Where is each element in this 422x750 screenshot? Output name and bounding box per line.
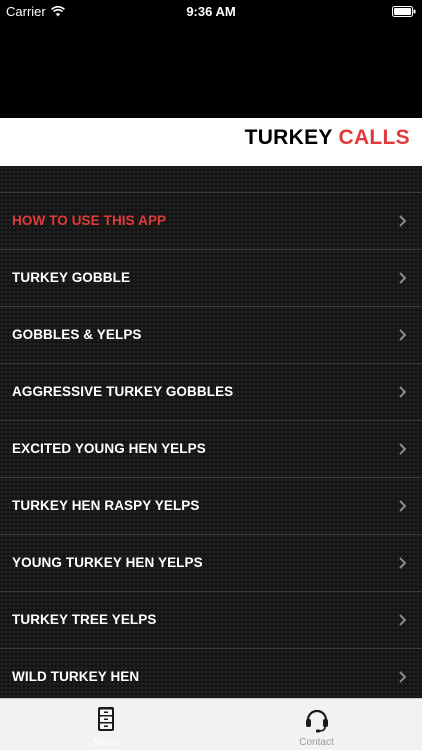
chevron-right-icon	[399, 557, 406, 569]
chevron-right-icon	[399, 329, 406, 341]
chevron-right-icon	[399, 272, 406, 284]
menu-item-label: HOW TO USE THIS APP	[12, 213, 167, 228]
title-word-turkey: TURKEY	[244, 126, 333, 149]
tab-menu[interactable]: Menu	[0, 699, 211, 750]
headset-icon	[305, 709, 328, 733]
menu-item-label: TURKEY GOBBLE	[12, 270, 131, 285]
menu-list: HOW TO USE THIS APP TURKEY GOBBLE GOBBLE…	[0, 192, 422, 698]
chevron-right-icon	[399, 443, 406, 455]
chevron-right-icon	[399, 215, 406, 227]
ad-banner-area	[0, 22, 422, 118]
filing-cabinet-icon	[97, 707, 114, 731]
status-time: 9:36 AM	[186, 4, 236, 19]
status-bar: Carrier 9:36 AM	[0, 0, 422, 22]
menu-item-label: YOUNG TURKEY HEN YELPS	[12, 555, 203, 570]
menu-item-label: AGGRESSIVE TURKEY GOBBLES	[12, 384, 234, 399]
menu-item-label: WILD TURKEY HEN	[12, 669, 140, 684]
chevron-right-icon	[399, 614, 406, 626]
battery-icon	[392, 6, 416, 17]
menu-item-how-to-use[interactable]: HOW TO USE THIS APP	[0, 193, 422, 250]
tab-menu-label: Menu	[92, 737, 118, 748]
menu-item-gobbles-yelps[interactable]: GOBBLES & YELPS	[0, 307, 422, 364]
menu-item-raspy-yelps[interactable]: TURKEY HEN RASPY YELPS	[0, 478, 422, 535]
chevron-right-icon	[399, 386, 406, 398]
title-word-calls: CALLS	[338, 126, 410, 149]
tab-contact-label: Contact	[299, 737, 334, 748]
menu-item-tree-yelps[interactable]: TURKEY TREE YELPS	[0, 592, 422, 649]
menu-item-label: TURKEY TREE YELPS	[12, 612, 157, 627]
menu-item-aggressive-gobbles[interactable]: AGGRESSIVE TURKEY GOBBLES	[0, 364, 422, 421]
app-title: TURKEY CALLS	[245, 126, 410, 150]
menu-item-turkey-gobble[interactable]: TURKEY GOBBLE	[0, 250, 422, 307]
title-bar: TURKEY CALLS	[0, 118, 422, 166]
menu-item-excited-hen-yelps[interactable]: EXCITED YOUNG HEN YELPS	[0, 421, 422, 478]
menu-area: HOW TO USE THIS APP TURKEY GOBBLE GOBBLE…	[0, 166, 422, 698]
menu-item-label: TURKEY HEN RASPY YELPS	[12, 498, 200, 513]
menu-item-label: EXCITED YOUNG HEN YELPS	[12, 441, 206, 456]
app-screen: Carrier 9:36 AM TURKEY CALLS HOW TO USE …	[0, 0, 422, 750]
menu-item-wild-turkey-hen[interactable]: WILD TURKEY HEN	[0, 649, 422, 698]
chevron-right-icon	[399, 500, 406, 512]
menu-item-label: GOBBLES & YELPS	[12, 327, 142, 342]
menu-item-young-hen-yelps[interactable]: YOUNG TURKEY HEN YELPS	[0, 535, 422, 592]
tab-contact[interactable]: Contact	[211, 699, 422, 750]
chevron-right-icon	[399, 671, 406, 683]
tab-bar: Menu Contact	[0, 698, 422, 750]
